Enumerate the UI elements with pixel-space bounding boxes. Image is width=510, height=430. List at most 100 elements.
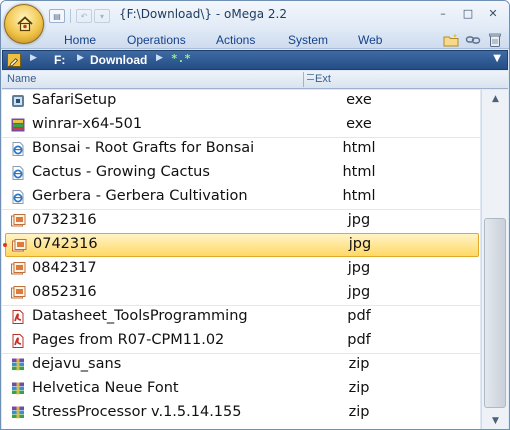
- maximize-button[interactable]: □: [456, 4, 480, 22]
- tab-home[interactable]: Home: [64, 33, 96, 47]
- recycle-bin-icon[interactable]: [487, 33, 503, 47]
- breadcrumb: ▶ F: ▶ Download ▶ *.* ▼: [2, 50, 508, 70]
- file-ext: jpg: [347, 284, 371, 300]
- image-icon: [10, 213, 26, 229]
- file-row[interactable]: Cactus - Growing Cactus html: [2, 161, 480, 185]
- file-row[interactable]: Bonsai - Root Grafts for Bonsai html: [2, 137, 480, 161]
- file-ext: zip: [348, 356, 370, 372]
- file-row[interactable]: Gerbera - Gerbera Cultivation html: [2, 185, 480, 209]
- breadcrumb-separator-icon: ▶: [30, 53, 37, 63]
- html-ie-icon: [10, 141, 26, 157]
- scrollbar-thumb[interactable]: [484, 218, 506, 408]
- file-ext: html: [342, 140, 376, 156]
- quick-access-toolbar: ▤ ↶ ▾: [49, 8, 110, 24]
- file-row[interactable]: 0842317 jpg: [2, 257, 480, 281]
- file-name: winrar-x64-501: [32, 116, 143, 132]
- file-name: SafariSetup: [32, 92, 117, 108]
- file-name: Pages from R07-CPM11.02: [32, 332, 225, 348]
- archive-icon: [10, 357, 26, 373]
- file-ext: pdf: [347, 332, 371, 348]
- tab-operations[interactable]: Operations: [127, 33, 186, 47]
- breadcrumb-dropdown-icon[interactable]: ▼: [493, 53, 501, 64]
- title-separator: -: [212, 7, 224, 21]
- app-menu-button[interactable]: [4, 4, 44, 44]
- sort-icon: [307, 74, 314, 80]
- file-ext: html: [342, 164, 376, 180]
- ribbon-tools: [443, 31, 503, 48]
- qat-menu-icon[interactable]: ▤: [49, 9, 65, 23]
- vertical-scrollbar[interactable]: ▲ ▼: [481, 90, 508, 429]
- file-ext: jpg: [347, 260, 371, 276]
- image-icon: [10, 285, 26, 301]
- column-header: Name Ext: [2, 71, 508, 89]
- breadcrumb-separator-icon: ▶: [77, 53, 84, 63]
- pdf-icon: [10, 333, 26, 349]
- breadcrumb-separator-icon: ▶: [156, 53, 163, 63]
- app-window: ▤ ↶ ▾ {F:\Download\} - oMega 2.2 – □ ✕ H…: [0, 0, 510, 430]
- file-name: 0842317: [32, 260, 97, 276]
- file-list[interactable]: SafariSetup exe winrar-x64-501 exe Bonsai - …: [2, 90, 480, 429]
- file-row[interactable]: 0732316 jpg: [2, 209, 480, 233]
- title-path: {F:\Download\}: [119, 7, 213, 21]
- archive-icon: [10, 381, 26, 397]
- file-name: Gerbera - Gerbera Cultivation: [32, 188, 248, 204]
- scroll-up-icon[interactable]: ▲: [488, 92, 503, 106]
- file-row[interactable]: winrar-x64-501 exe: [2, 113, 480, 137]
- file-ext: jpg: [348, 236, 372, 252]
- file-name: Helvetica Neue Font: [32, 380, 179, 396]
- minimize-button[interactable]: –: [431, 4, 455, 22]
- file-ext: jpg: [347, 212, 371, 228]
- column-name-header[interactable]: Name: [7, 73, 36, 85]
- breadcrumb-drive[interactable]: F:: [54, 53, 65, 67]
- undo-icon[interactable]: ↶: [76, 9, 92, 23]
- winrar-installer-icon: [10, 117, 26, 133]
- file-row[interactable]: dejavu_sans zip: [2, 353, 480, 377]
- scroll-down-icon[interactable]: ▼: [488, 414, 503, 428]
- link-icon[interactable]: [465, 33, 481, 47]
- qat-divider: [70, 9, 71, 23]
- tab-system[interactable]: System: [288, 33, 328, 47]
- file-name: Cactus - Growing Cactus: [32, 164, 210, 180]
- file-name: Datasheet_ToolsProgramming: [32, 308, 248, 324]
- file-name: 0742316: [33, 236, 98, 252]
- pencil-icon: [9, 58, 19, 68]
- title-bar: ▤ ↶ ▾ {F:\Download\} - oMega 2.2 – □ ✕: [1, 1, 509, 31]
- breadcrumb-filter[interactable]: *.*: [171, 52, 191, 65]
- column-ext-header[interactable]: Ext: [307, 73, 331, 85]
- tab-web[interactable]: Web: [358, 33, 382, 47]
- window-controls: – □ ✕: [431, 4, 505, 22]
- app-name: oMega 2.2: [224, 7, 287, 21]
- pdf-icon: [10, 309, 26, 325]
- file-row[interactable]: SafariSetup exe: [2, 90, 480, 113]
- file-row[interactable]: Pages from R07-CPM11.02 pdf: [2, 329, 480, 353]
- file-name: 0732316: [32, 212, 97, 228]
- html-ie-icon: [10, 165, 26, 181]
- image-icon: [10, 261, 26, 277]
- file-row[interactable]: Helvetica Neue Font zip: [2, 377, 480, 401]
- file-row[interactable]: 0742316 jpg: [3, 233, 479, 257]
- file-row[interactable]: StressProcessor v.1.5.14.155 zip: [2, 401, 480, 425]
- html-ie-icon: [10, 189, 26, 205]
- file-ext: exe: [346, 116, 372, 132]
- qat-dropdown-icon[interactable]: ▾: [94, 9, 110, 23]
- installer-icon: [10, 93, 26, 109]
- file-name: dejavu_sans: [32, 356, 122, 372]
- window-title: {F:\Download\} - oMega 2.2: [119, 7, 287, 21]
- close-button[interactable]: ✕: [481, 4, 505, 22]
- selection-marker-icon: [3, 243, 7, 247]
- edit-path-icon[interactable]: [7, 53, 21, 68]
- file-row[interactable]: 0852316 jpg: [2, 281, 480, 305]
- ribbon-tab-bar: Home Operations Actions System Web: [1, 31, 509, 49]
- file-ext: exe: [346, 92, 372, 108]
- file-ext: pdf: [347, 308, 371, 324]
- tab-actions[interactable]: Actions: [216, 33, 255, 47]
- column-divider[interactable]: [303, 72, 304, 87]
- column-ext-label: Ext: [315, 73, 331, 85]
- file-row[interactable]: Datasheet_ToolsProgramming pdf: [2, 305, 480, 329]
- archive-icon: [10, 405, 26, 421]
- file-name: 0852316: [32, 284, 97, 300]
- new-folder-icon[interactable]: [443, 33, 459, 47]
- breadcrumb-folder[interactable]: Download: [90, 53, 147, 67]
- file-name: StressProcessor v.1.5.14.155: [32, 404, 242, 420]
- image-icon: [11, 238, 27, 254]
